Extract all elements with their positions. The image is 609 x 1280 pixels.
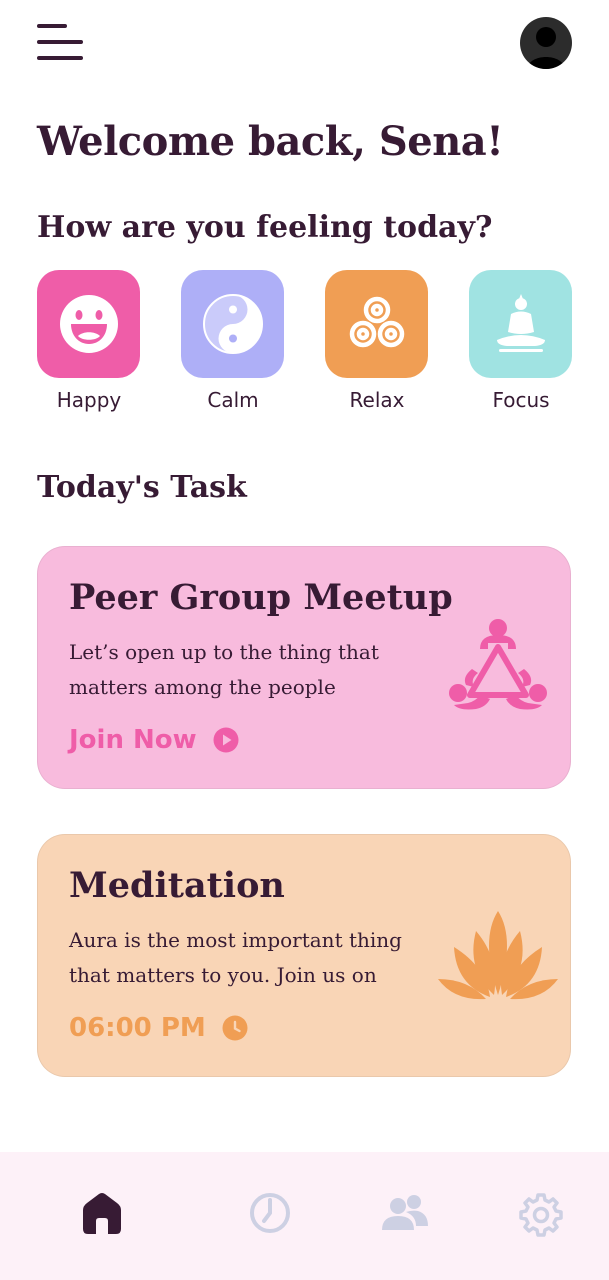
home-icon xyxy=(83,1193,121,1234)
clock-icon xyxy=(222,1015,248,1041)
yin-yang-icon xyxy=(202,294,263,354)
mood-tile xyxy=(37,270,140,378)
menu-icon-line-top xyxy=(37,24,67,28)
mood-label: Focus xyxy=(492,388,550,412)
mood-happy-button[interactable]: Happy xyxy=(37,270,141,418)
nav-community[interactable] xyxy=(380,1188,430,1238)
mood-label: Calm xyxy=(207,388,259,412)
nav-settings[interactable] xyxy=(516,1188,566,1238)
meditating-figure-icon xyxy=(496,294,545,352)
task-title: Peer Group Meetup xyxy=(69,577,453,618)
user-avatar-icon[interactable] xyxy=(520,17,572,69)
join-now-label: Join Now xyxy=(69,725,197,755)
meditation-time-label: 06:00 PM xyxy=(69,1013,206,1043)
menu-button[interactable] xyxy=(37,24,85,62)
welcome-prefix: Welcome back, xyxy=(37,118,379,165)
settings-gear-icon xyxy=(519,1193,563,1237)
tasks-section-title: Today's Task xyxy=(37,470,247,505)
group-meetup-icon xyxy=(449,619,547,710)
bottom-navigation xyxy=(0,1152,609,1280)
task-card-meditation[interactable]: Meditation Aura is the most important th… xyxy=(37,834,571,1077)
task-description: Aura is the most important thing that ma… xyxy=(69,928,402,987)
mood-relax-button[interactable]: Relax xyxy=(325,270,429,418)
nav-home[interactable] xyxy=(77,1188,127,1238)
meditation-time: 06:00 PM xyxy=(69,1013,248,1043)
timer-icon xyxy=(250,1193,290,1233)
user-name: Sena! xyxy=(378,118,504,165)
lotus-icon xyxy=(438,911,558,1000)
welcome-heading: Welcome back, Sena! xyxy=(37,118,504,165)
task-card-peer-group[interactable]: Peer Group Meetup Let’s open up to the t… xyxy=(37,546,571,789)
mood-tile xyxy=(469,270,572,378)
mood-tile xyxy=(325,270,428,378)
mood-label: Happy xyxy=(56,388,122,412)
avatar-silhouette xyxy=(527,27,565,69)
join-now-button[interactable]: Join Now xyxy=(69,725,239,755)
mood-tile xyxy=(181,270,284,378)
community-icon xyxy=(382,1195,428,1230)
task-title: Meditation xyxy=(69,865,285,906)
play-circle-icon xyxy=(213,727,239,753)
nav-timer[interactable] xyxy=(245,1188,295,1238)
menu-icon-line-bottom xyxy=(37,56,83,60)
menu-icon-line-middle xyxy=(37,40,83,44)
smiley-icon xyxy=(59,295,118,353)
mood-prompt: How are you feeling today? xyxy=(37,210,493,245)
mood-focus-button[interactable]: Focus xyxy=(469,270,573,418)
mood-label: Relax xyxy=(349,388,405,412)
triskelion-icon xyxy=(349,296,404,348)
mood-calm-button[interactable]: Calm xyxy=(181,270,285,418)
task-description: Let’s open up to the thing that matters … xyxy=(69,640,379,699)
